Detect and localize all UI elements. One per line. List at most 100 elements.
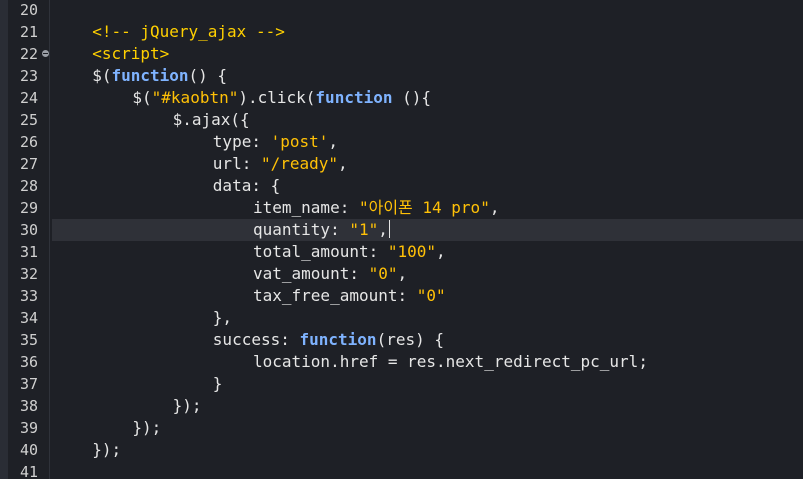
code-line[interactable]: 36 location.href = res.next_redirect_pc_u…: [0, 351, 803, 373]
line-number: 35: [20, 331, 39, 349]
code-text: });: [132, 417, 161, 439]
line-number: 37: [20, 375, 39, 393]
line-number: 28: [20, 177, 39, 195]
line-number: 38: [20, 397, 39, 415]
line-number: 26: [20, 133, 39, 151]
code-token-plain: item_name:: [253, 198, 359, 217]
code-token-plain: ).click(: [238, 88, 316, 107]
code-text: <!-- jQuery_ajax -->: [92, 21, 285, 43]
code-text: item_name: "아이폰 14 pro",: [253, 197, 499, 219]
code-token-str: "0": [368, 264, 398, 283]
code-line[interactable]: 37}: [0, 373, 803, 395]
line-number: 30: [20, 221, 39, 239]
code-token-str: "100": [387, 242, 437, 261]
line-number: 39: [20, 419, 39, 437]
code-line[interactable]: 35 success: function(res) {: [0, 329, 803, 351]
code-line[interactable]: 38});: [0, 395, 803, 417]
line-number: 36: [20, 353, 39, 371]
code-token-plain: url:: [212, 154, 261, 173]
code-text: <script>: [92, 43, 169, 65]
code-token-str: "1": [349, 220, 379, 239]
code-text: location.href = res.next_redirect_pc_url…: [253, 351, 648, 373]
code-line[interactable]: 34},: [0, 307, 803, 329]
code-token-plain: ,: [397, 264, 408, 283]
fold-collapse-icon[interactable]: [42, 50, 49, 57]
code-token-plain: });: [132, 418, 162, 437]
code-token-plain: });: [172, 396, 202, 415]
line-number: 24: [20, 89, 39, 107]
code-token-plain: vat_amount:: [253, 264, 369, 283]
line-number: 34: [20, 309, 39, 327]
line-number: 33: [20, 287, 39, 305]
line-number: 32: [20, 265, 39, 283]
line-number: 41: [20, 463, 39, 479]
code-token-plain: ,: [338, 154, 348, 173]
code-text: data: {: [213, 175, 280, 197]
code-token-plain: }: [212, 374, 223, 393]
code-token-kw: function: [299, 330, 377, 349]
code-token-plain: (){: [392, 88, 432, 107]
code-token-plain: type:: [212, 132, 271, 151]
code-token-plain: $(: [92, 66, 112, 85]
code-token-str: 'post': [270, 132, 329, 151]
line-number: 27: [20, 155, 39, 173]
code-token-plain: });: [92, 440, 122, 459]
code-line[interactable]: 22 <script>: [0, 43, 803, 65]
code-line[interactable]: 30 quantity: "1",: [0, 219, 803, 241]
code-token-plain: () {: [188, 66, 228, 85]
code-token-str: "/ready": [260, 154, 339, 173]
code-line[interactable]: 24 $("#kaobtn").click(function (){: [0, 87, 803, 109]
code-line[interactable]: 28 data: {: [0, 175, 803, 197]
line-number: 21: [20, 23, 39, 41]
code-text: $.ajax({: [173, 109, 250, 131]
code-line[interactable]: 23 $(function() {: [0, 65, 803, 87]
code-token-plain: },: [212, 308, 233, 327]
code-line[interactable]: 29 item_name: "아이폰 14 pro",: [0, 197, 803, 219]
code-token-plain: location.href = res.next_redirect_pc_url…: [253, 352, 648, 371]
code-line[interactable]: 40});: [0, 439, 803, 461]
code-token-comment: <!-- jQuery_ajax -->: [92, 22, 285, 41]
code-token-tag: <script>: [92, 44, 170, 63]
code-text: type: 'post',: [213, 131, 338, 153]
code-token-kw: function: [111, 66, 189, 85]
text-caret: [388, 220, 390, 238]
line-number: 20: [20, 1, 39, 19]
code-line[interactable]: 21 <!-- jQuery_ajax -->: [0, 21, 803, 43]
code-token-plain: data: {: [212, 176, 281, 195]
code-line[interactable]: 20: [0, 0, 803, 21]
code-token-plain: quantity:: [253, 220, 350, 239]
code-token-str: "0": [416, 286, 446, 305]
code-token-plain: total_amount:: [253, 242, 388, 261]
code-line[interactable]: 26 type: 'post',: [0, 131, 803, 153]
code-text: vat_amount: "0",: [253, 263, 407, 285]
code-line[interactable]: 39});: [0, 417, 803, 439]
code-editor[interactable]: 20 21 <!-- jQuery_ajax --> 22 <script> 23 $(fu…: [0, 0, 803, 479]
code-text: }: [213, 373, 223, 395]
code-line[interactable]: 25 $.ajax({: [0, 109, 803, 131]
code-token-plain: $(: [132, 88, 152, 107]
code-text: $("#kaobtn").click(function (){: [132, 87, 431, 109]
code-token-plain: $.ajax({: [172, 110, 250, 129]
code-line[interactable]: 41: [0, 461, 803, 479]
code-token-plain: ,: [436, 242, 446, 261]
line-number: 25: [20, 111, 39, 129]
code-token-plain: ,: [489, 198, 500, 217]
code-token-str: "#kaobtn": [151, 88, 239, 107]
line-number: 22: [20, 45, 39, 63]
code-text: });: [92, 439, 121, 461]
code-text: total_amount: "100",: [253, 241, 446, 263]
code-text: url: "/ready",: [213, 153, 348, 175]
line-number: 29: [20, 199, 39, 217]
code-token-plain: ,: [328, 132, 339, 151]
code-line[interactable]: 27 url: "/ready",: [0, 153, 803, 175]
code-text: success: function(res) {: [213, 329, 444, 351]
code-text: quantity: "1",: [253, 219, 390, 241]
code-line[interactable]: 32 vat_amount: "0",: [0, 263, 803, 285]
code-line[interactable]: 31 total_amount: "100",: [0, 241, 803, 263]
line-number: 23: [20, 67, 39, 85]
code-token-plain: (res) {: [376, 330, 444, 349]
code-token-plain: ,: [378, 220, 388, 239]
code-token-kw: function: [315, 88, 393, 107]
line-number: 40: [20, 441, 39, 459]
code-line[interactable]: 33 tax_free_amount: "0": [0, 285, 803, 307]
